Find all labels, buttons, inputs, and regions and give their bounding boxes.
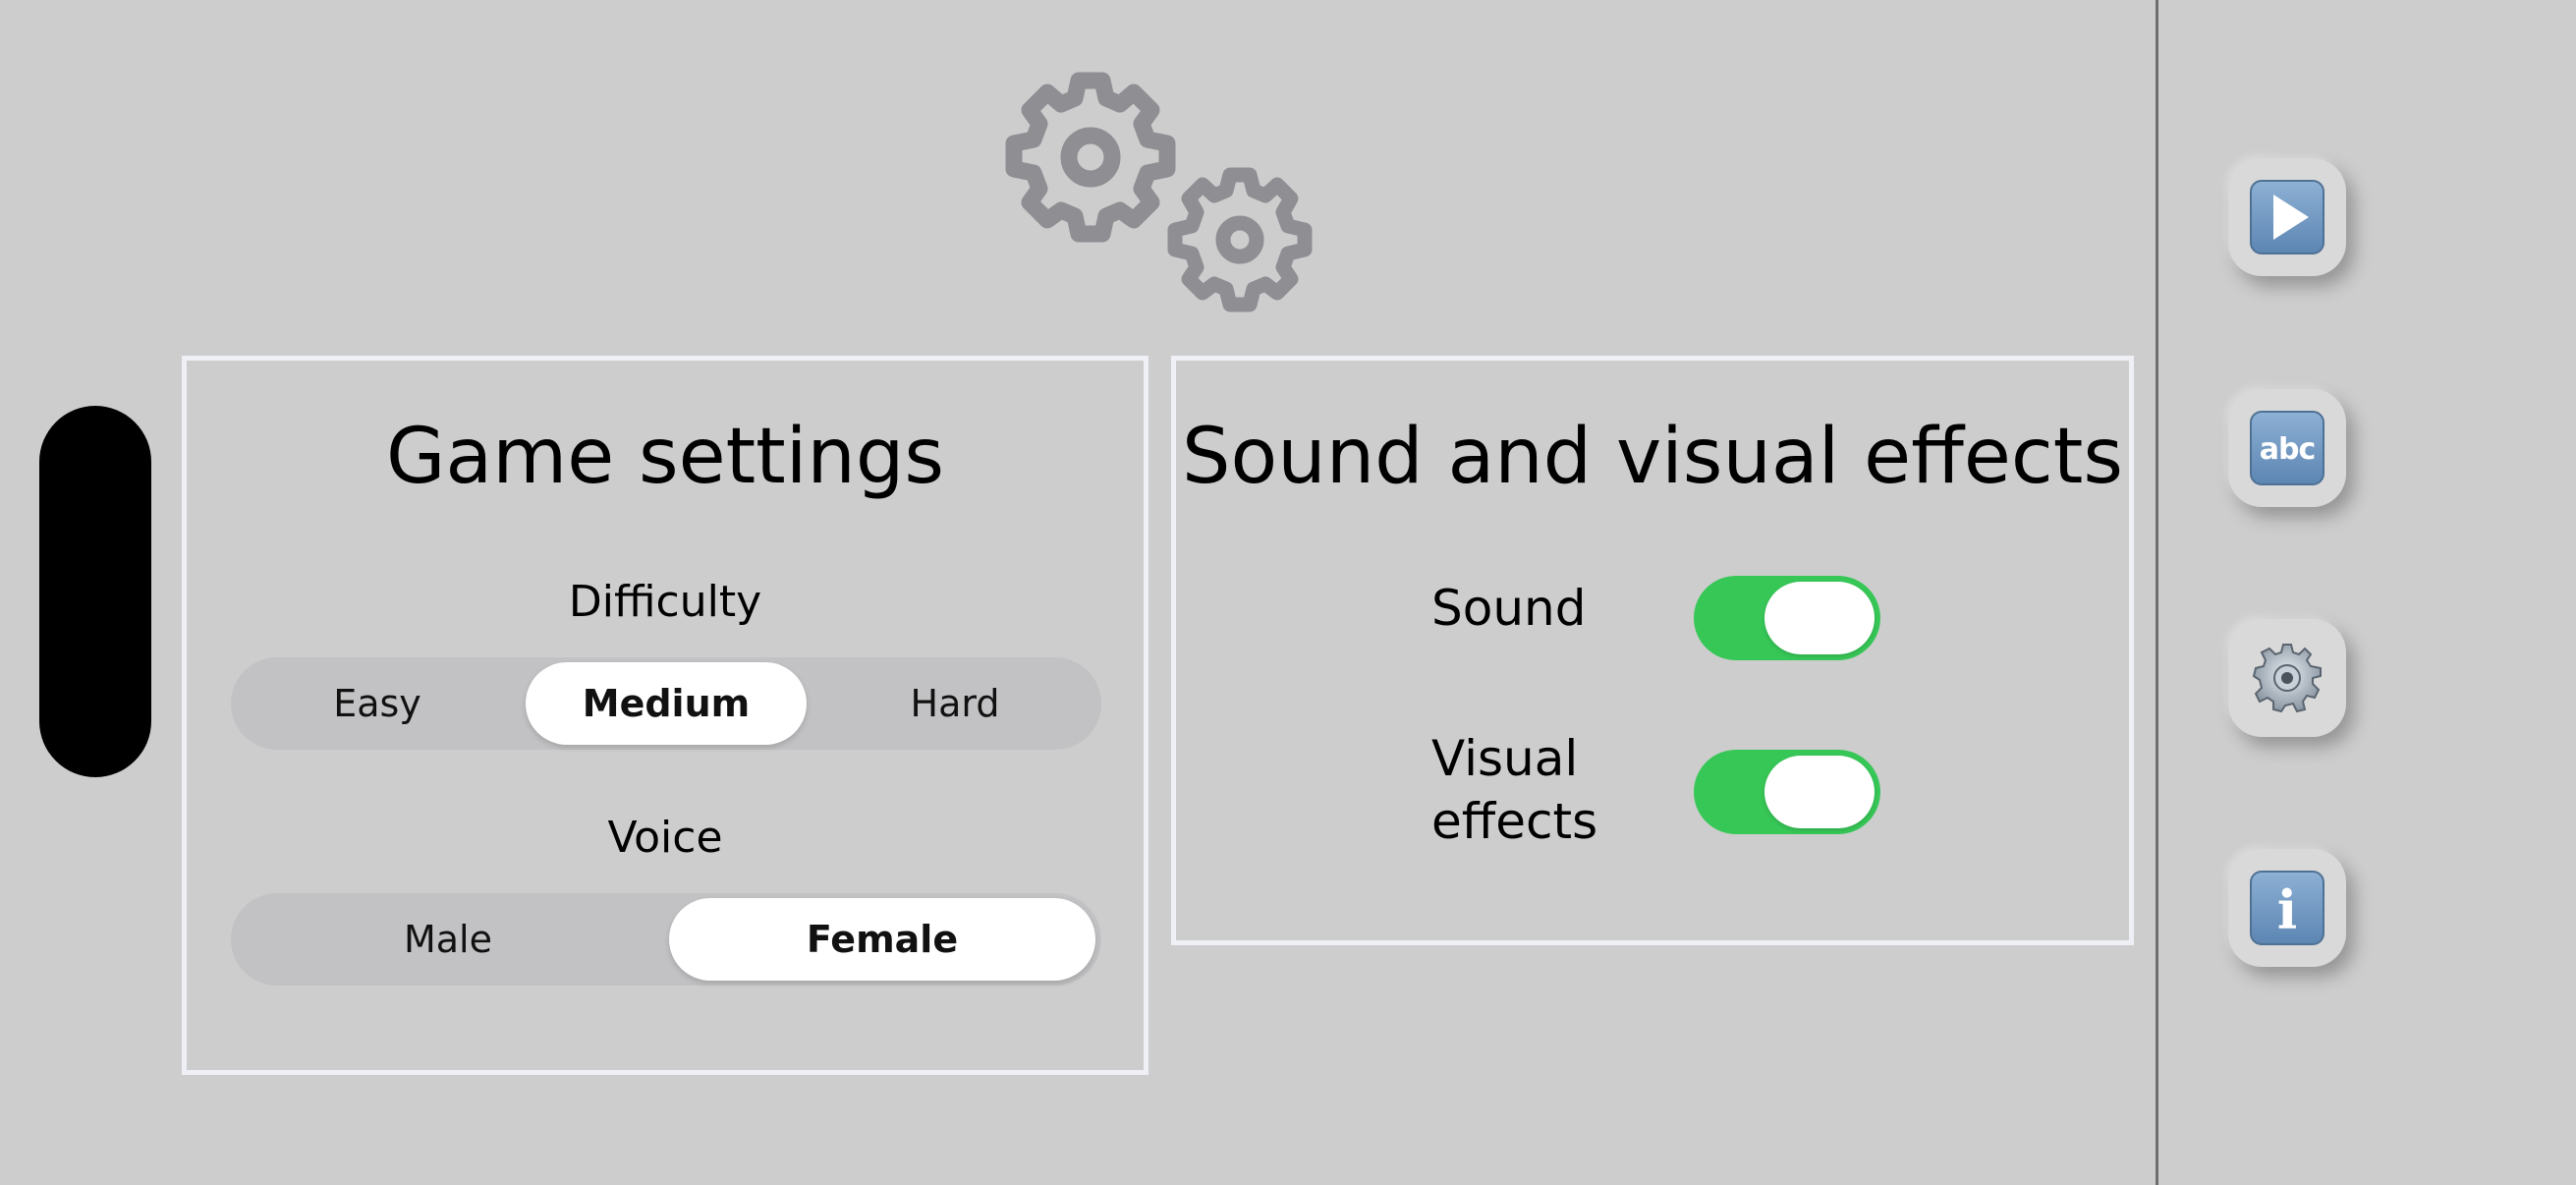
sound-label: Sound [1431, 580, 1587, 637]
text-mode-button[interactable]: abc [2228, 389, 2346, 507]
sound-toggle[interactable] [1694, 576, 1880, 660]
abc-icon-text: abc [2259, 432, 2317, 467]
game-settings-panel: Game settings Difficulty Easy Medium Har… [182, 356, 1148, 1075]
settings-button[interactable] [2228, 619, 2346, 737]
settings-area: Game settings Difficulty Easy Medium Har… [0, 0, 2156, 1185]
info-icon-text: i [2276, 878, 2298, 941]
voice-option-female[interactable]: Female [669, 898, 1095, 981]
difficulty-label: Difficulty [568, 577, 762, 627]
effects-title: Sound and visual effects [1182, 413, 2123, 501]
gear-icon [2252, 644, 2322, 713]
info-icon: i [2250, 871, 2324, 945]
visual-effects-toggle-knob [1764, 756, 1875, 828]
visual-effects-label: Visual effects [1431, 730, 1598, 850]
voice-segmented-control: Male Female [231, 893, 1101, 986]
effects-panel: Sound and visual effects Sound Visual ef… [1171, 356, 2134, 945]
visual-effects-toggle[interactable] [1694, 750, 1880, 834]
play-icon [2250, 180, 2324, 254]
sound-toggle-knob [1764, 582, 1875, 654]
difficulty-option-medium[interactable]: Medium [526, 662, 807, 745]
game-settings-title: Game settings [385, 413, 945, 501]
abc-icon: abc [2250, 411, 2324, 485]
difficulty-option-easy[interactable]: Easy [237, 662, 518, 745]
info-button[interactable]: i [2228, 849, 2346, 967]
settings-gears-icon [1005, 72, 1313, 312]
sidebar-drag-handle[interactable] [39, 406, 151, 777]
voice-option-male[interactable]: Male [237, 898, 659, 981]
difficulty-option-hard[interactable]: Hard [814, 662, 1095, 745]
right-rail [2158, 0, 2576, 1185]
play-button[interactable] [2228, 158, 2346, 276]
difficulty-segmented-control: Easy Medium Hard [231, 657, 1101, 750]
voice-label: Voice [607, 813, 723, 863]
app-window: Game settings Difficulty Easy Medium Har… [0, 0, 2576, 1185]
